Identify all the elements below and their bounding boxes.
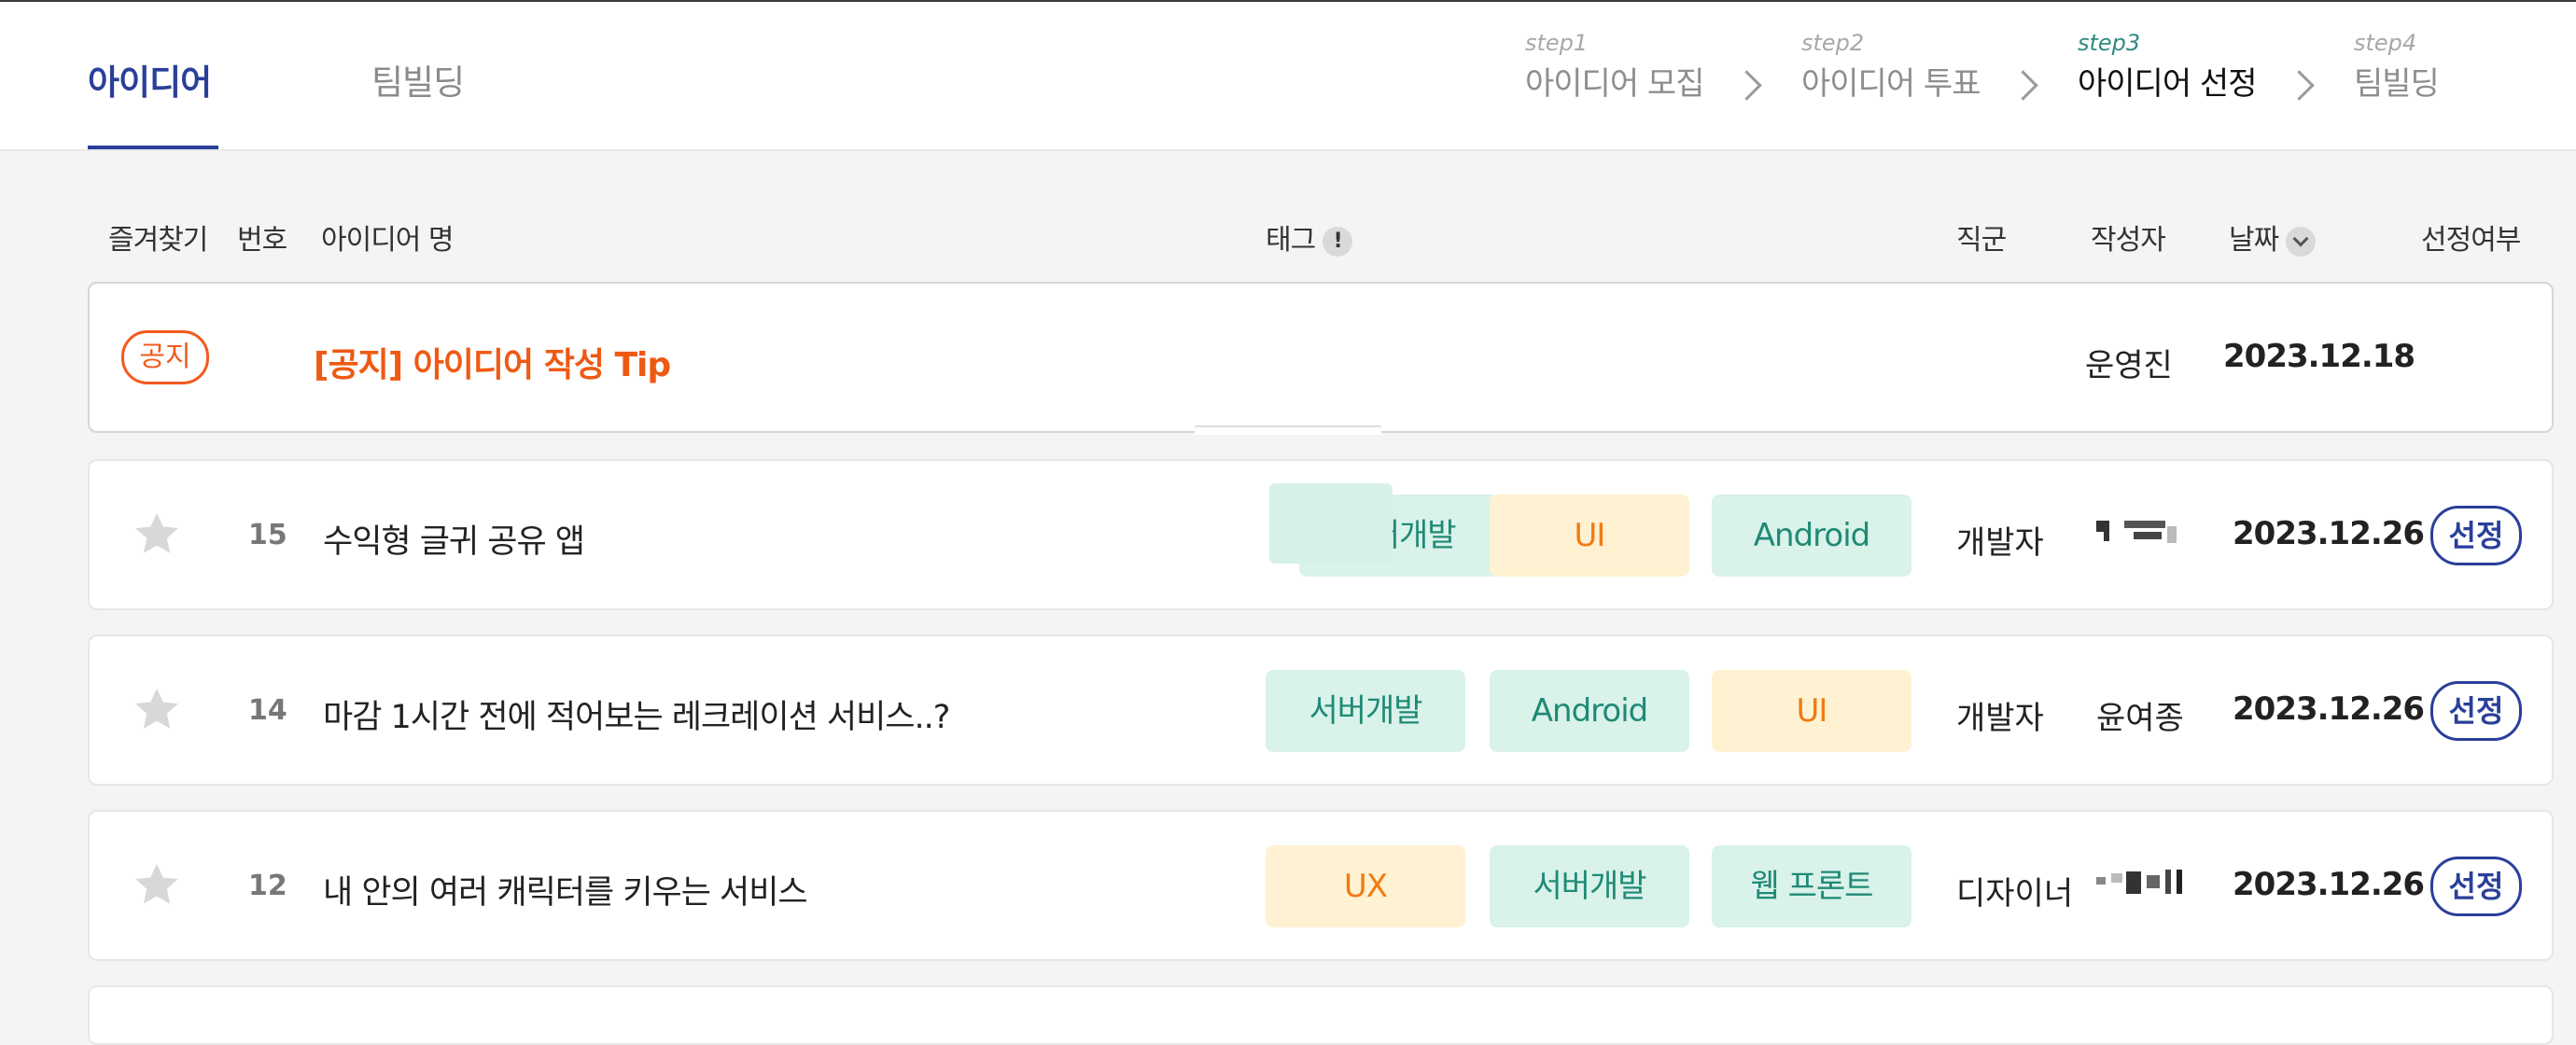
tag-chip[interactable]: UI [1712,670,1911,752]
select-button[interactable]: 선정 [2430,857,2522,916]
row-number: 15 [248,519,287,551]
notice-date: 2023.12.18 [2223,338,2415,375]
row-job: 개발자 [1956,700,2044,737]
tag-chip[interactable]: 서버개발 [1490,845,1689,927]
step-4[interactable]: step4 팀빌딩 [2354,30,2440,104]
tag-chip[interactable]: 서버개발 [1266,670,1465,752]
col-title: 아이디어 명 [321,224,455,257]
divider [1195,425,1381,435]
step-number: step1 [1525,30,1589,56]
tag-chip[interactable]: UX [1266,845,1465,927]
notice-author: 운영진 [2085,347,2173,384]
tag-chip[interactable]: Android [1712,495,1911,577]
row-date: 2023.12.26 [2233,515,2425,552]
table-row[interactable]: 14 마감 1시간 전에 적어보는 레크레이션 서비스..? 서버개발 Andr… [88,634,2554,786]
table-row[interactable]: 12 내 안의 여러 캐릭터를 키우는 서비스 UX 서버개발 웹 프론트 디자… [88,810,2554,961]
step-number: step4 [2354,30,2417,56]
col-favorite: 즐겨찾기 [108,224,208,257]
tag-chip[interactable]: UI [1490,495,1689,577]
col-date-label: 날짜 [2229,224,2279,257]
star-icon[interactable] [131,858,183,911]
active-tab-indicator [88,146,218,149]
step-label: 팀빌딩 [2354,65,2440,103]
notice-badge: 공지 [121,330,209,384]
row-number: 14 [248,694,287,727]
sort-chevron-down-icon[interactable] [2286,226,2317,257]
table-row[interactable] [88,985,2554,1045]
chevron-right-icon [2284,70,2315,101]
chevron-right-icon [1731,70,1762,101]
col-job: 직군 [1956,224,2007,257]
row-author: 윤여종 [2096,700,2184,737]
tab-team-building[interactable]: 팀빌딩 [371,54,465,104]
row-number: 12 [248,870,287,902]
select-button[interactable]: 선정 [2430,681,2522,741]
header: 아이디어 팀빌딩 step1 아이디어 모집 step2 아이디어 투표 ste… [0,2,2576,151]
step-label: 아이디어 투표 [1801,65,1981,103]
step-label: 아이디어 모집 [1525,65,1704,103]
row-date: 2023.12.26 [2233,690,2425,728]
tab-idea[interactable]: 아이디어 [88,54,212,104]
col-tag-label: 태그 [1266,224,1316,257]
step-number: step2 [1801,30,1865,56]
table-row[interactable]: 15 수익형 글귀 공유 앱 서버개발 UI Android 개발자 2023.… [88,459,2554,610]
row-title[interactable]: 마감 1시간 전에 적어보는 레크레이션 서비스..? [323,690,950,738]
step-2[interactable]: step2 아이디어 투표 [1801,30,1981,104]
col-number: 번호 [237,224,287,257]
row-title[interactable]: 내 안의 여러 캐릭터를 키우는 서비스 [323,866,808,913]
step-label: 아이디어 선정 [2078,65,2257,103]
star-icon[interactable] [131,508,183,560]
notice-title[interactable]: [공지] 아이디어 작성 Tip [314,338,671,386]
star-icon[interactable] [131,683,183,735]
col-author: 작성자 [2091,224,2166,257]
step-3[interactable]: step3 아이디어 선정 [2078,30,2257,104]
row-date: 2023.12.26 [2233,866,2425,903]
info-icon[interactable]: ! [1323,226,1353,257]
select-button[interactable]: 선정 [2430,506,2522,565]
row-title[interactable]: 수익형 글귀 공유 앱 [323,515,585,563]
notice-row[interactable]: 공지 [공지] 아이디어 작성 Tip 운영진 2023.12.18 [88,282,2554,433]
drag-ghost [1269,483,1393,564]
chevron-right-icon [2008,70,2038,101]
step-number: step3 [2078,30,2141,56]
row-job: 개발자 [1956,524,2044,562]
tag-chip[interactable]: Android [1490,670,1689,752]
col-selected: 선정여부 [2421,224,2521,257]
step-1[interactable]: step1 아이디어 모집 [1525,30,1704,104]
col-tag: 태그! [1266,216,1353,258]
row-job: 디자이너 [1956,875,2074,913]
col-date[interactable]: 날짜 [2229,216,2317,258]
tag-chip[interactable]: 웹 프론트 [1712,845,1911,927]
